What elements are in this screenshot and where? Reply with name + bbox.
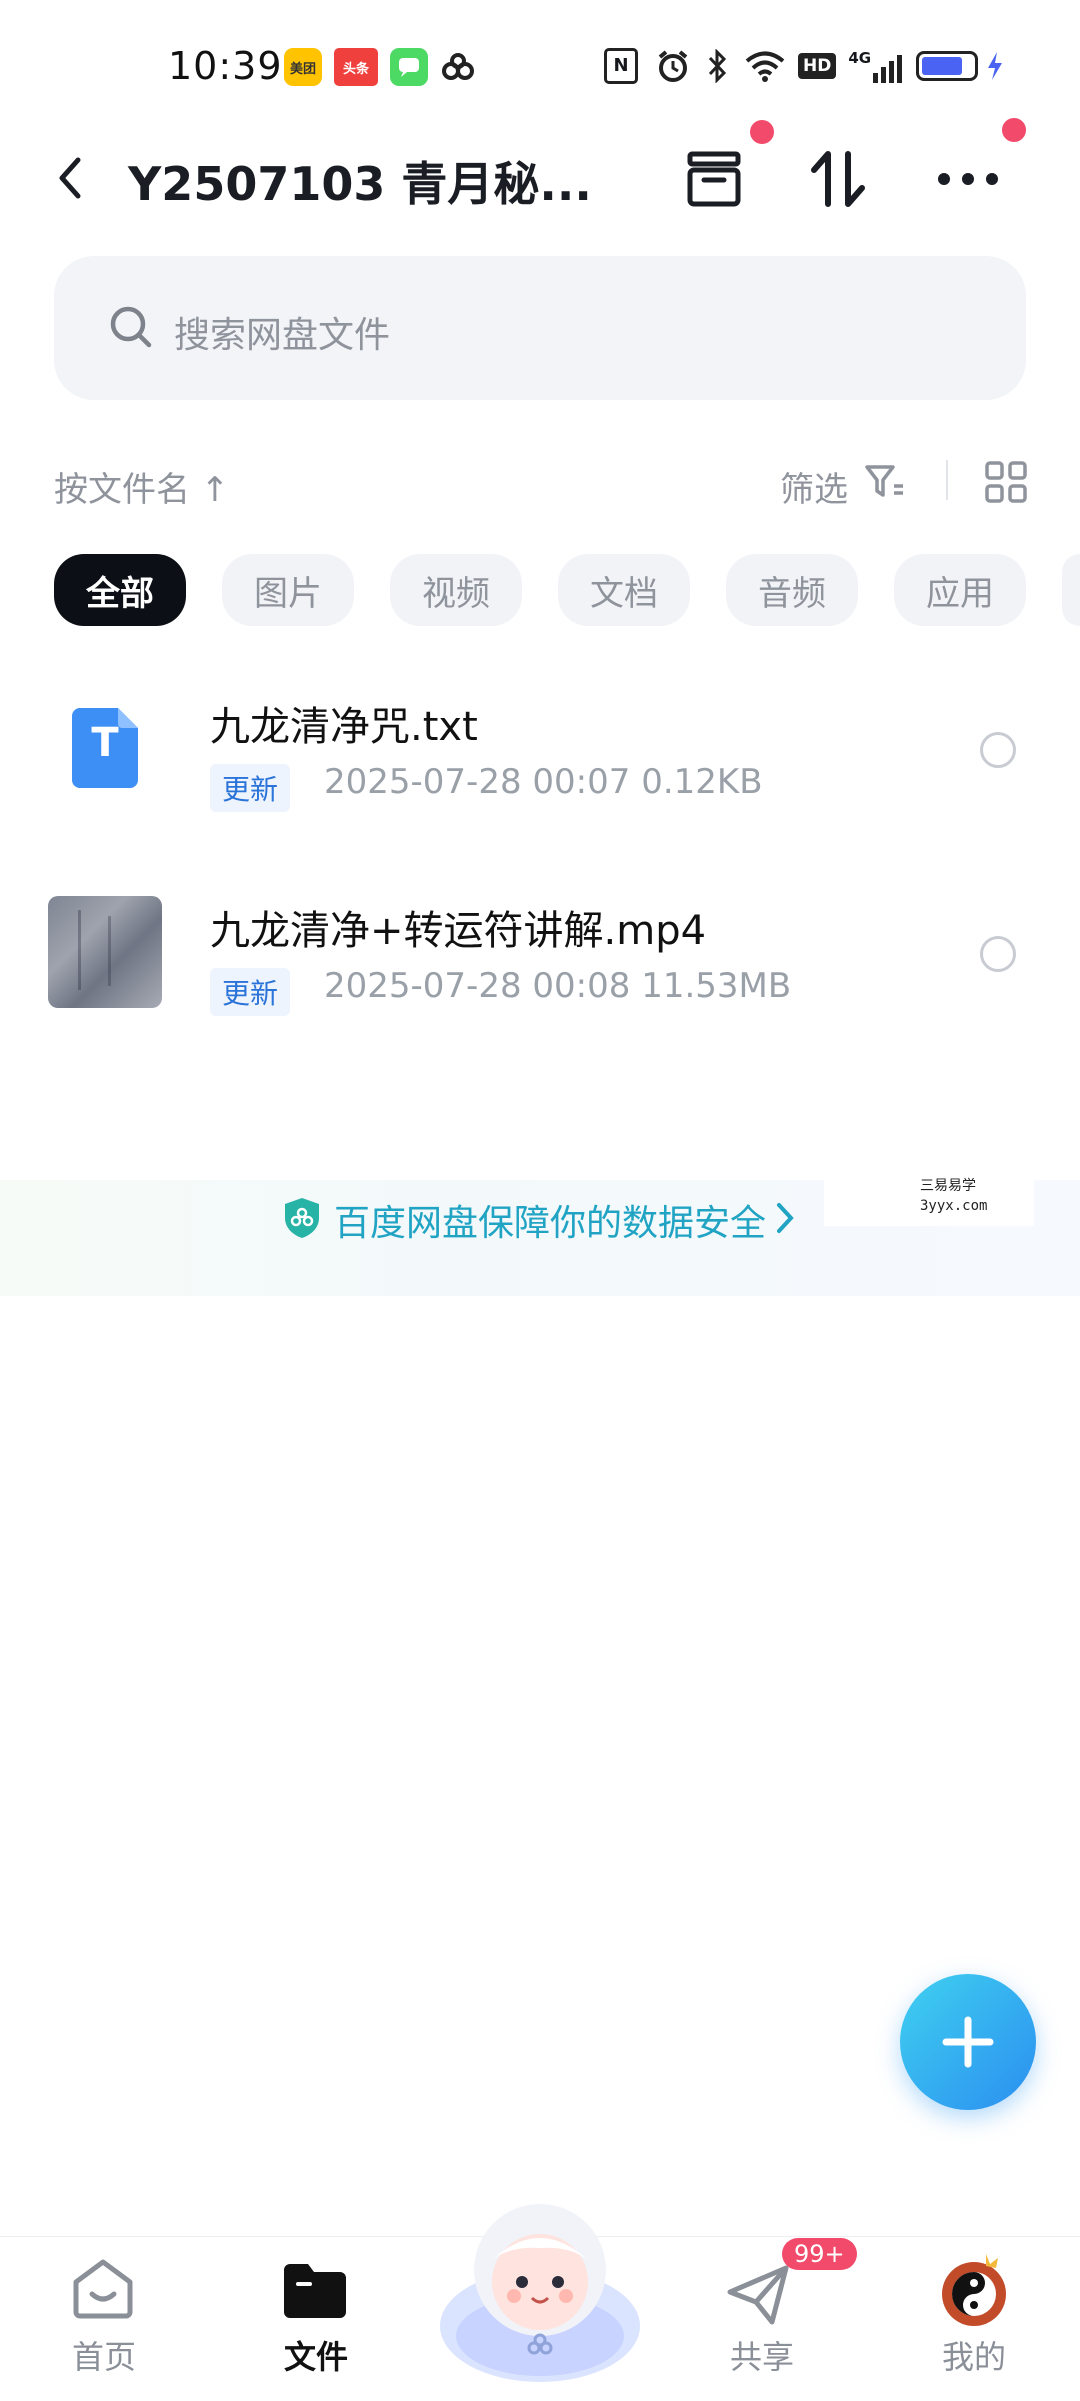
hd-icon: HD xyxy=(798,53,837,79)
txt-file-icon: T xyxy=(72,708,138,788)
battery-icon xyxy=(916,51,979,81)
tab-more-partial[interactable] xyxy=(1062,554,1080,626)
notification-dot xyxy=(750,120,774,144)
watermark: 三易易学 3yyx.com xyxy=(824,1176,1034,1226)
page-title: Y2507103 青月秘... xyxy=(128,157,592,211)
tab-apps[interactable]: 应用 xyxy=(894,554,1026,626)
more-icon xyxy=(938,173,998,185)
share-badge: 99+ xyxy=(782,2238,857,2270)
meituan-label: 美团 xyxy=(289,61,316,77)
sort-by-name[interactable]: 按文件名 ↑ xyxy=(54,462,229,511)
plus-icon xyxy=(942,2016,994,2068)
toutiao-icon: 头条 xyxy=(334,48,378,86)
status-indicators: N HD 4G xyxy=(604,46,1004,86)
chevron-left-icon xyxy=(59,157,81,199)
folder-icon xyxy=(284,2264,346,2318)
nav-files[interactable] xyxy=(280,2260,350,2324)
mascot-icon xyxy=(440,2204,640,2382)
filter-button[interactable]: 筛选 xyxy=(780,462,848,511)
add-button[interactable] xyxy=(900,1974,1036,2110)
notification-dot xyxy=(1002,118,1026,142)
archive-icon xyxy=(687,151,741,207)
back-button[interactable] xyxy=(52,150,88,210)
nav-files-label[interactable]: 文件 xyxy=(284,2332,348,2378)
wifi-icon xyxy=(745,51,785,82)
avatar-icon xyxy=(942,2254,1006,2326)
nav-home-label[interactable]: 首页 xyxy=(72,2332,136,2378)
file-name: 九龙清净咒.txt xyxy=(210,704,478,750)
network-type-label: 4G xyxy=(848,49,872,67)
status-time: 10:39 xyxy=(168,44,283,88)
charging-icon xyxy=(988,52,1003,80)
tab-documents[interactable]: 文档 xyxy=(558,554,690,626)
tab-videos[interactable]: 视频 xyxy=(390,554,522,626)
watermark-line2: 3yyx.com xyxy=(920,1198,988,1214)
chevron-right-icon xyxy=(774,1200,796,1240)
select-radio[interactable] xyxy=(980,732,1016,768)
tab-images[interactable]: 图片 xyxy=(222,554,354,626)
search-placeholder: 搜索网盘文件 xyxy=(174,315,391,356)
select-radio[interactable] xyxy=(980,936,1016,972)
signal-4g-icon: 4G xyxy=(848,49,903,83)
nfc-icon: N xyxy=(604,48,638,84)
baidu-netdisk-icon xyxy=(440,52,476,86)
file-meta: 2025-07-28 00:07 0.12KB xyxy=(324,762,763,802)
alarm-icon xyxy=(658,50,688,82)
transfer-button[interactable] xyxy=(808,148,868,214)
toutiao-label: 头条 xyxy=(342,61,369,77)
update-badge: 更新 xyxy=(210,764,291,812)
shield-icon xyxy=(282,1196,322,1244)
sort-arrows-icon xyxy=(811,151,865,207)
nav-share[interactable] xyxy=(724,2262,794,2332)
nav-home[interactable] xyxy=(68,2256,138,2324)
search-icon xyxy=(108,304,154,354)
grid-view-icon[interactable] xyxy=(984,460,1028,508)
archive-button[interactable] xyxy=(684,150,744,212)
more-button[interactable] xyxy=(936,164,1000,198)
file-name: 九龙清净+转运符讲解.mp4 xyxy=(210,908,707,954)
watermark-line1: 三易易学 xyxy=(920,1178,976,1194)
list-item[interactable] xyxy=(0,660,1080,840)
txt-file-icon-letter: T xyxy=(91,720,119,766)
messages-icon xyxy=(390,48,428,86)
tab-all[interactable]: 全部 xyxy=(54,554,186,626)
update-badge: 更新 xyxy=(210,968,291,1016)
meituan-icon: 美团 xyxy=(284,48,322,86)
file-meta: 2025-07-28 00:08 11.53MB xyxy=(324,966,792,1006)
divider xyxy=(946,460,948,500)
nav-me-label[interactable]: 我的 xyxy=(942,2332,1006,2378)
home-icon xyxy=(73,2259,133,2319)
banner-text[interactable]: 百度网盘保障你的数据安全 xyxy=(334,1194,766,1246)
share-icon xyxy=(727,2265,789,2325)
filter-icon[interactable] xyxy=(864,462,906,506)
nav-me[interactable] xyxy=(936,2252,1012,2332)
tab-audio[interactable]: 音频 xyxy=(726,554,858,626)
nav-share-label[interactable]: 共享 xyxy=(730,2332,794,2378)
nav-mascot[interactable] xyxy=(430,2186,650,2386)
video-thumbnail xyxy=(48,896,162,1008)
bluetooth-icon xyxy=(708,49,727,83)
